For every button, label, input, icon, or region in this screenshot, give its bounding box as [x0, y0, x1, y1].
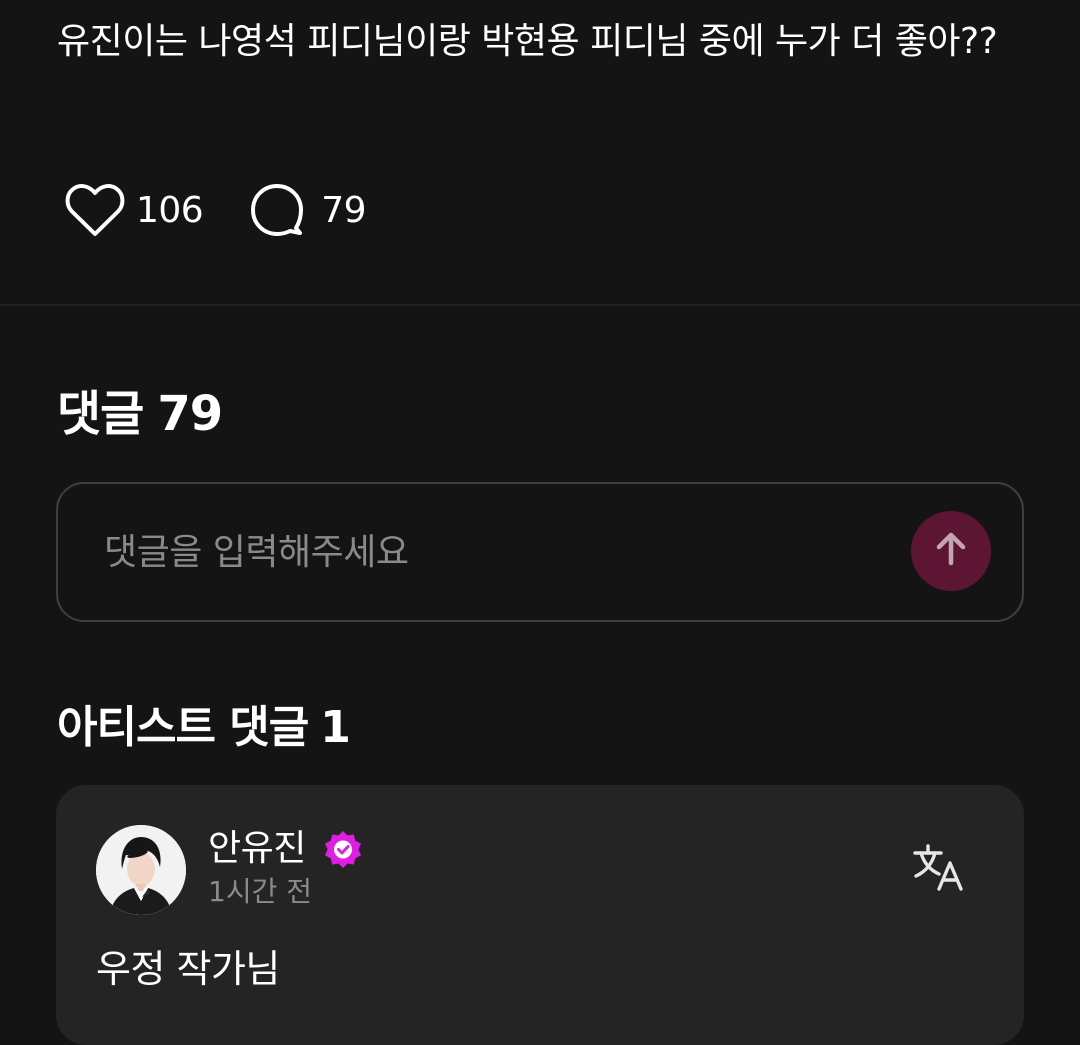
artist-comments-heading: 아티스트 댓글 1 [57, 696, 351, 760]
arrow-up-icon [933, 529, 969, 573]
comment-input-box [56, 482, 1024, 622]
section-divider [0, 304, 1080, 306]
like-button[interactable]: 106 [64, 182, 204, 238]
comment-button[interactable]: 79 [249, 182, 367, 238]
post-text: 유진이는 나영석 피디님이랑 박현용 피디님 중에 누가 더 좋아?? [57, 21, 998, 62]
comment-author-name[interactable]: 안유진 [208, 825, 306, 873]
comment-timestamp: 1시간 전 [208, 875, 312, 908]
verified-badge-icon [322, 829, 364, 871]
speech-bubble-icon [249, 182, 305, 238]
comments-heading-label: 댓글 [57, 386, 144, 442]
translate-icon [912, 841, 968, 901]
comment-input[interactable] [104, 522, 884, 582]
avatar[interactable] [96, 825, 186, 915]
comments-heading: 댓글 79 [57, 382, 223, 446]
artist-comment-card: 안유진 1시간 전 우정 작가님 [56, 785, 1024, 1045]
comments-heading-count: 79 [157, 386, 223, 442]
artist-comments-heading-count: 1 [320, 702, 351, 753]
reaction-bar: 106 79 [64, 182, 367, 238]
comment-count: 79 [321, 189, 367, 231]
send-button[interactable] [911, 511, 991, 591]
heart-outline-icon [64, 182, 126, 238]
artist-comments-heading-label: 아티스트 댓글 [57, 702, 309, 753]
comment-text: 우정 작가님 [96, 947, 280, 991]
translate-button[interactable] [912, 843, 968, 899]
like-count: 106 [136, 189, 204, 231]
